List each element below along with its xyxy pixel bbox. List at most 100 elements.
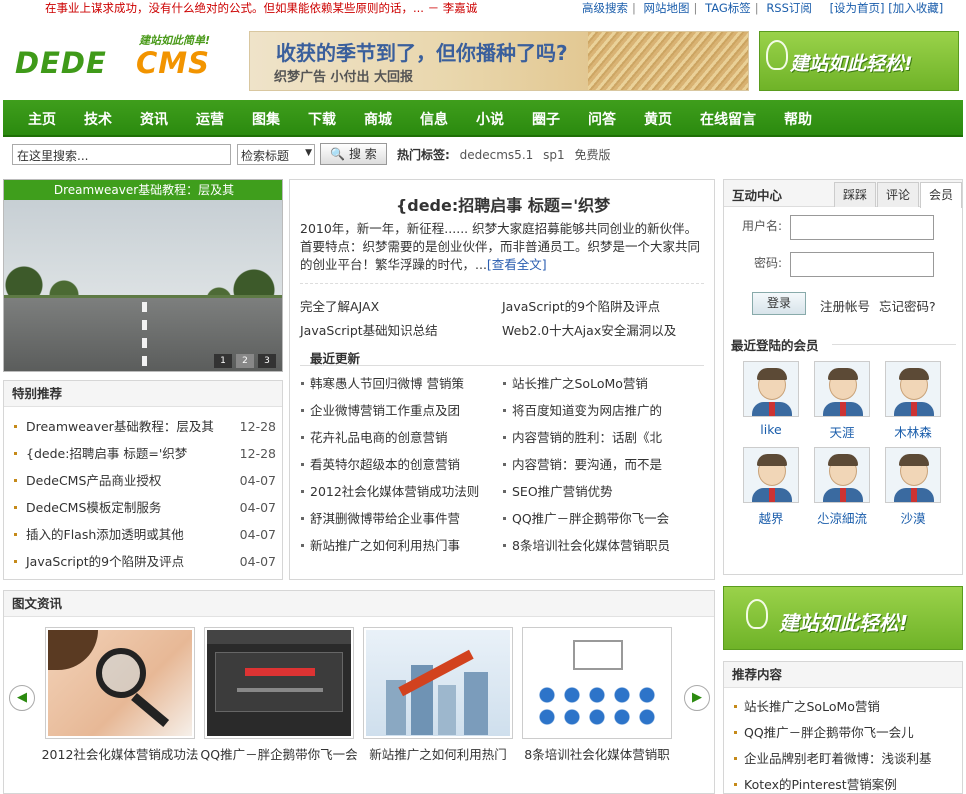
hot-tag[interactable]: 免费版 xyxy=(574,148,610,162)
list-item[interactable]: QQ推广－胖企鹅带你飞一会 xyxy=(502,505,698,532)
quick-link[interactable]: JavaScript基础知识总结 xyxy=(300,320,438,339)
nav-item[interactable]: 在线留言 xyxy=(685,109,769,129)
list-item[interactable]: QQ推广－胖企鹅带你飞一会儿 xyxy=(734,720,962,746)
list-item[interactable]: 2012社会化媒体营销成功法则 xyxy=(300,478,496,505)
slideshow[interactable]: Dreamweaver基础教程：层及其 1 2 3 xyxy=(3,179,283,372)
username-input[interactable] xyxy=(790,215,934,240)
nav-item[interactable]: 资讯 xyxy=(125,109,181,129)
nav-item[interactable]: 黄页 xyxy=(629,109,685,129)
list-item[interactable]: Dreamweaver基础教程：层及其 12-28 xyxy=(14,413,276,440)
slide-page-3[interactable]: 3 xyxy=(258,354,276,368)
list-item-title[interactable]: 插入的Flash添加透明或其他 xyxy=(26,527,184,542)
nav-item[interactable]: 商城 xyxy=(349,109,405,129)
member-name[interactable]: 木林森 xyxy=(884,422,942,441)
featured-headline[interactable]: {dede:招聘启事 标题='织梦 xyxy=(290,192,716,216)
member-card[interactable]: 沙漠 xyxy=(884,447,942,527)
member-card[interactable]: 越界 xyxy=(742,447,800,527)
news-image-training[interactable] xyxy=(522,627,672,739)
ad-banner-easy[interactable]: 建站如此轻松! xyxy=(759,31,959,91)
tab-comment[interactable]: 评论 xyxy=(877,182,919,207)
add-favorite-link[interactable]: [加入收藏] xyxy=(888,1,943,15)
list-item[interactable]: 插入的Flash添加透明或其他 04-07 xyxy=(14,521,276,548)
list-item[interactable]: 企业微博营销工作重点及团 xyxy=(300,397,496,424)
avatar[interactable] xyxy=(885,447,941,503)
list-item[interactable]: 舒淇删微博带给企业事件营 xyxy=(300,505,496,532)
list-item[interactable]: Kotex的Pinterest营销案例 xyxy=(734,772,962,794)
sitemap-link[interactable]: 网站地图 xyxy=(644,1,690,15)
member-name[interactable]: 越界 xyxy=(742,508,800,527)
avatar[interactable] xyxy=(743,361,799,417)
register-link[interactable]: 注册帐号 xyxy=(820,296,870,315)
nav-item[interactable]: 下载 xyxy=(293,109,349,129)
list-item-title[interactable]: DedeCMS产品商业授权 xyxy=(26,473,161,488)
ad-banner-harvest[interactable]: 收获的季节到了，但你播种了吗? 织梦广告 小付出 大回报 xyxy=(249,31,749,91)
news-image-qq[interactable] xyxy=(204,627,354,739)
prev-arrow-icon[interactable]: ◀ xyxy=(9,685,35,711)
list-item[interactable]: {dede:招聘启事 标题='织梦 12-28 xyxy=(14,440,276,467)
news-caption[interactable]: 新站推广之如何利用热门 xyxy=(358,746,518,763)
list-item[interactable]: 新站推广之如何利用热门事 xyxy=(300,532,496,559)
nav-item[interactable]: 问答 xyxy=(573,109,629,129)
list-item[interactable]: 看英特尔超级本的创意营销 xyxy=(300,451,496,478)
list-item[interactable]: JavaScript的9个陷阱及评点 04-07 xyxy=(14,548,276,575)
list-item[interactable]: 韩寒愚人节回归微博 营销策 xyxy=(300,370,496,397)
list-item[interactable]: 将百度知道变为网店推广的 xyxy=(502,397,698,424)
login-button[interactable]: 登录 xyxy=(752,292,806,315)
search-button[interactable]: 🔍 搜 索 xyxy=(320,143,387,165)
member-name[interactable]: like xyxy=(742,422,800,437)
list-item[interactable]: DedeCMS产品商业授权 04-07 xyxy=(14,467,276,494)
read-more-link[interactable]: [查看全文] xyxy=(487,257,547,272)
nav-item[interactable]: 信息 xyxy=(405,109,461,129)
list-item[interactable]: 站长推广之SoLoMo营销 xyxy=(734,694,962,720)
nav-item[interactable]: 圈子 xyxy=(517,109,573,129)
avatar[interactable] xyxy=(814,447,870,503)
list-item-title[interactable]: {dede:招聘启事 标题='织梦 xyxy=(26,446,187,461)
list-item[interactable]: 企业品牌别老盯着微博：浅谈利基 xyxy=(734,746,962,772)
slideshow-caption[interactable]: Dreamweaver基础教程：层及其 xyxy=(4,180,282,200)
hot-tag[interactable]: sp1 xyxy=(543,148,565,162)
quick-link[interactable]: Web2.0十大Ajax安全漏洞以及 xyxy=(502,320,676,339)
tag-link[interactable]: TAG标签 xyxy=(705,1,751,15)
member-card[interactable]: like xyxy=(742,361,800,437)
list-item-title[interactable]: DedeCMS模板定制服务 xyxy=(26,500,161,515)
avatar[interactable] xyxy=(885,361,941,417)
member-name[interactable]: 沙漠 xyxy=(884,508,942,527)
hot-tag[interactable]: dedecms5.1 xyxy=(460,148,534,162)
nav-item[interactable]: 运营 xyxy=(181,109,237,129)
list-item-title[interactable]: JavaScript的9个陷阱及评点 xyxy=(26,554,184,569)
member-name[interactable]: 天涯 xyxy=(813,422,871,441)
list-item[interactable]: 花卉礼品电商的创意营销 xyxy=(300,424,496,451)
nav-item[interactable]: 技术 xyxy=(69,109,125,129)
set-homepage-link[interactable]: [设为首页] xyxy=(830,1,885,15)
site-logo[interactable]: 建站如此简单! DEDE CMS xyxy=(15,30,230,90)
member-name[interactable]: 尐涼細流 xyxy=(813,508,871,527)
list-item-title[interactable]: Dreamweaver基础教程：层及其 xyxy=(26,419,214,434)
quick-link[interactable]: 完全了解AJAX xyxy=(300,296,379,315)
nav-item[interactable]: 帮助 xyxy=(769,109,825,129)
list-item[interactable]: 内容营销的胜利：话剧《北 xyxy=(502,424,698,451)
news-caption[interactable]: 2012社会化媒体营销成功法 xyxy=(40,746,200,763)
member-card[interactable]: 尐涼細流 xyxy=(813,447,871,527)
news-caption[interactable]: QQ推广－胖企鹅带你飞一会 xyxy=(199,746,359,763)
avatar[interactable] xyxy=(743,447,799,503)
member-card[interactable]: 天涯 xyxy=(813,361,871,441)
list-item[interactable]: 8条培训社会化媒体营销职员 xyxy=(502,532,698,559)
quick-link[interactable]: JavaScript的9个陷阱及评点 xyxy=(502,296,660,315)
forgot-password-link[interactable]: 忘记密码? xyxy=(879,296,936,315)
avatar[interactable] xyxy=(814,361,870,417)
member-card[interactable]: 木林森 xyxy=(884,361,942,441)
ad-banner-easy-2[interactable]: 建站如此轻松! xyxy=(723,586,963,650)
password-input[interactable] xyxy=(790,252,934,277)
tab-digg[interactable]: 踩踩 xyxy=(834,182,876,207)
slide-page-1[interactable]: 1 xyxy=(214,354,232,368)
next-arrow-icon[interactable]: ▶ xyxy=(684,685,710,711)
news-caption[interactable]: 8条培训社会化媒体营销职 xyxy=(517,746,677,763)
news-image-arrow[interactable] xyxy=(363,627,513,739)
tab-member[interactable]: 会员 xyxy=(920,182,962,208)
news-image-magnifier[interactable] xyxy=(45,627,195,739)
nav-item[interactable]: 主页 xyxy=(13,109,69,129)
rss-link[interactable]: RSS订阅 xyxy=(766,1,812,15)
list-item[interactable]: SEO推广营销优势 xyxy=(502,478,698,505)
list-item[interactable]: DedeCMS模板定制服务 04-07 xyxy=(14,494,276,521)
advanced-search-link[interactable]: 高级搜索 xyxy=(582,1,628,15)
